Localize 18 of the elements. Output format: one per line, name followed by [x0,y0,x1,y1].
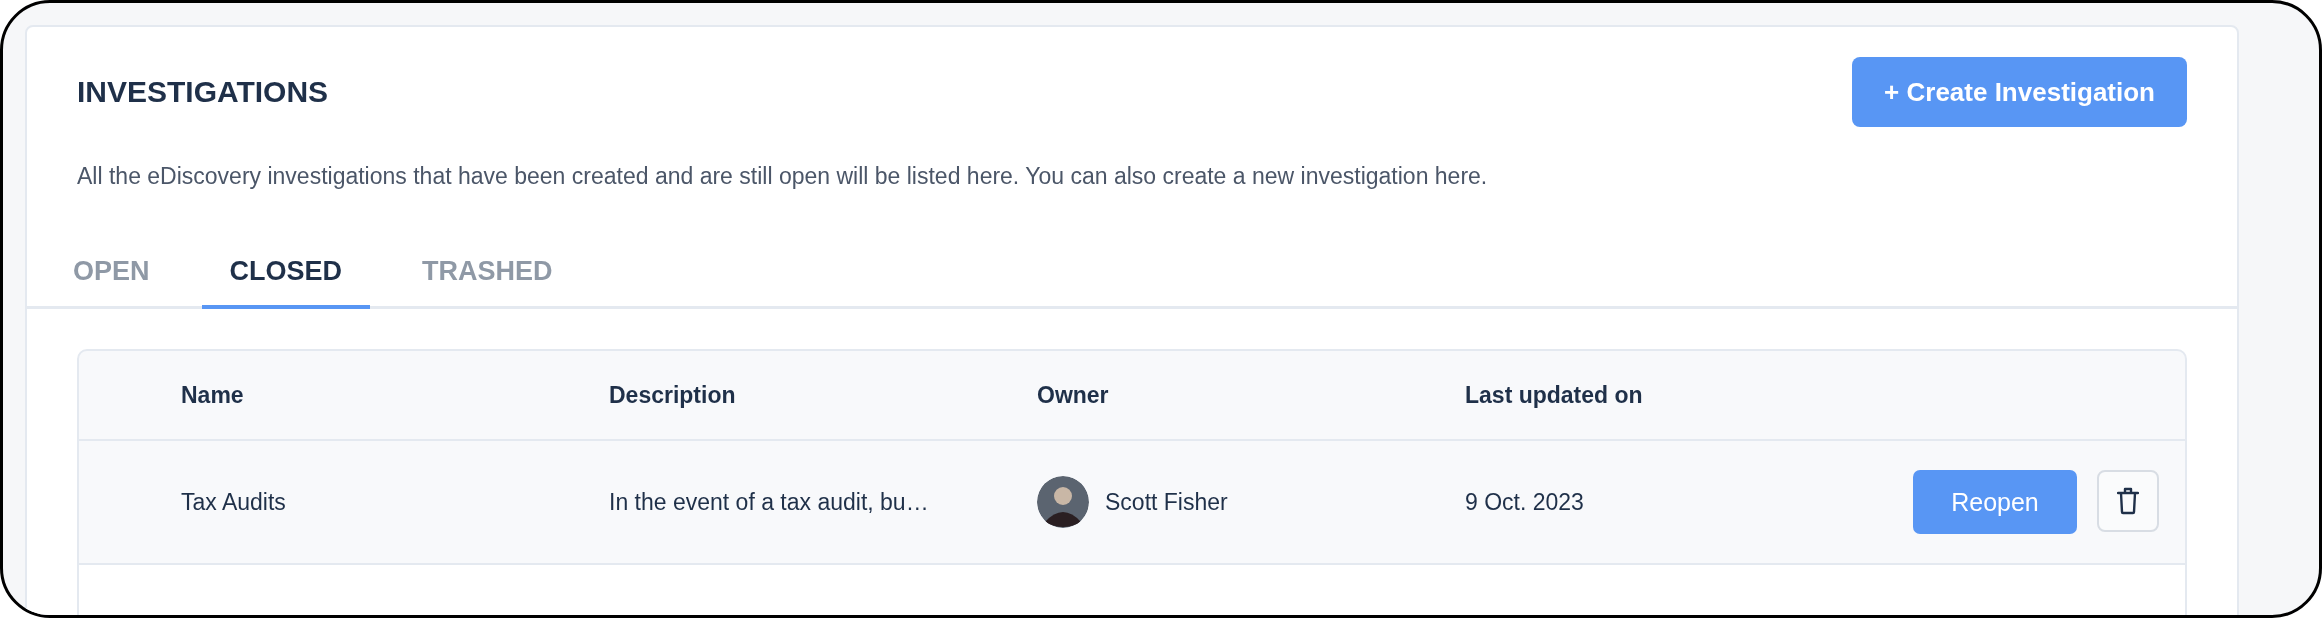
delete-button[interactable] [2097,470,2159,532]
create-investigation-button[interactable]: + Create Investigation [1852,57,2187,127]
tab[interactable]: CLOSED [201,240,371,309]
table-cell-text: Tax Audits [181,488,287,516]
trash-icon [2117,487,2139,515]
owner-name: Scott Fisher [1105,488,1228,516]
reopen-button[interactable]: Reopen [1913,470,2077,534]
page-title: INVESTIGATIONS [77,75,329,109]
tab[interactable]: OPEN [45,240,178,309]
page-description: All the eDiscovery investigations that have been created and are still open will be listed here. You can also create a new investigation here. [77,163,1489,190]
column-header: Last updated on [1465,381,1644,409]
tab[interactable]: TRASHED [394,240,581,309]
avatar-icon [1037,476,1089,528]
table-cell-text: 9 Oct. 2023 [1465,488,1585,516]
column-header: Name [181,381,245,409]
column-header: Owner [1037,381,1110,409]
table-cell-text: In the event of a tax audit, bu… [609,488,930,516]
column-header: Description [609,381,737,409]
